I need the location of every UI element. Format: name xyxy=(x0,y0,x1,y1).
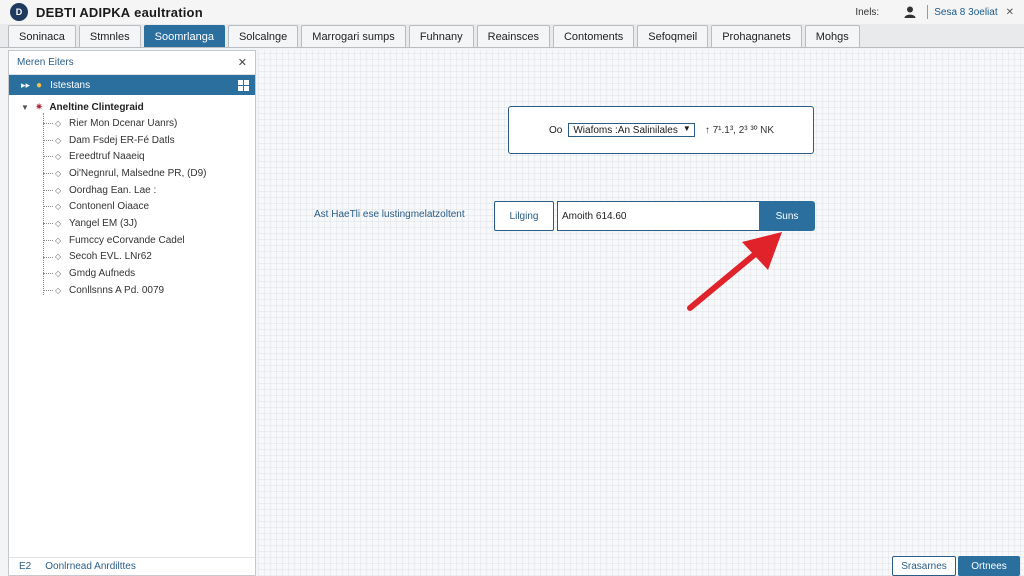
tab-reainsces[interactable]: Reainsces xyxy=(476,25,550,47)
tree-item[interactable]: ◇ Fumccy eCorvande Cadel xyxy=(9,232,255,249)
chevron-down-icon: ▼ xyxy=(682,124,691,133)
filter-label: Oo xyxy=(549,124,563,136)
tree-root[interactable]: ▼ ✷ Aneltine Clintegraid xyxy=(9,99,255,115)
sidebar-header: Meren Eiters ✕ xyxy=(9,51,255,75)
tree-item[interactable]: ◇ Yangel EM (3J) xyxy=(9,215,255,232)
tree-item[interactable]: ◇ Dam Fsdej ER-Fé Datls xyxy=(9,132,255,149)
leaf-icon: ◇ xyxy=(55,235,62,245)
leaf-icon: ◇ xyxy=(55,218,62,228)
tab-mohgs[interactable]: Mohgs xyxy=(804,25,860,47)
tab-marrogari-sumps[interactable]: Marrogari sumps xyxy=(301,25,406,47)
filter-box: Oo Wiafoms :An Salinilales ▼ ↑ 7¹.1³, 2³… xyxy=(508,106,814,154)
tree-guide-line xyxy=(43,113,44,295)
tab-soomrlanga[interactable]: Soomrlanga xyxy=(143,25,225,47)
tab-bar: Soninaca Stmnles Soomrlanga Solcalnge Ma… xyxy=(0,24,1024,48)
caret-right-icon: ▸▸ xyxy=(21,79,31,90)
tab-solcalnge[interactable]: Solcalnge xyxy=(227,25,299,47)
tree-item[interactable]: ◇ Conllsnns A Pd. 0079 xyxy=(9,282,255,299)
title-bar-divider xyxy=(927,5,929,19)
grid-icon[interactable] xyxy=(238,79,249,91)
account-link[interactable]: Sesa 8 3oeliat xyxy=(934,7,997,18)
title-bar-label: Inels: xyxy=(855,6,880,18)
tab-sefoqmeil[interactable]: Sefoqmeil xyxy=(637,25,709,47)
tree-item[interactable]: ◇ Contonenl Oiaace xyxy=(9,198,255,215)
main-content: Oo Wiafoms :An Salinilales ▼ ↑ 7¹.1³, 2³… xyxy=(258,50,1024,576)
sidebar-footer-label: Oonlrnead Anrdilttes xyxy=(45,561,136,572)
action-label: Ast HaeTli ese lustingmelatzoltent xyxy=(314,209,465,220)
select-button[interactable]: Lilging xyxy=(494,201,554,231)
tree-root-label: Aneltine Clintegraid xyxy=(49,101,144,113)
filter-info: ↑ 7¹.1³, 2³ ³º NK xyxy=(704,124,775,136)
tree-item[interactable]: ◇ Secoh EVL. LNr62 xyxy=(9,249,255,266)
leaf-icon: ◇ xyxy=(55,252,62,262)
chevron-down-icon[interactable]: ▼ xyxy=(21,103,29,112)
red-arrow-annotation xyxy=(687,232,782,311)
filter-dropdown[interactable]: Wiafoms :An Salinilales ▼ xyxy=(568,123,695,137)
tab-fuhnany[interactable]: Fuhnany xyxy=(408,25,474,47)
leaf-icon: ◇ xyxy=(55,185,62,195)
tab-contoments[interactable]: Contoments xyxy=(552,25,635,47)
sidebar-selected-label: Istestans xyxy=(50,79,91,91)
sidebar-item-selected[interactable]: ▸▸ ● Istestans xyxy=(9,75,255,95)
tree-item[interactable]: ◇ Oordhag Ean. Lae : xyxy=(9,182,255,199)
leaf-icon: ◇ xyxy=(55,118,62,128)
leaf-icon: ◇ xyxy=(55,269,62,279)
tab-soninaca[interactable]: Soninaca xyxy=(8,25,76,47)
app-title: DEBTI ADIPKA eaultration xyxy=(36,4,203,20)
sidebar-title: Meren Eiters xyxy=(17,57,74,68)
primary-button[interactable]: Ortnees xyxy=(958,556,1020,576)
title-bar: D DEBTI ADIPKA eaultration Inels: Sesa 8… xyxy=(0,0,1024,24)
tree-item[interactable]: ◇ Oi'Negnrul, Malsedne PR, (D9) xyxy=(9,165,255,182)
tree-item[interactable]: ◇ Rier Mon Dcenar Uanrs) xyxy=(9,115,255,132)
user-icon[interactable] xyxy=(903,5,917,19)
sidebar-footer-number: E2 xyxy=(19,561,32,572)
leaf-icon: ◇ xyxy=(55,202,62,212)
sidebar-close-icon[interactable]: ✕ xyxy=(238,56,247,69)
close-icon[interactable]: ✕ xyxy=(1006,7,1014,18)
leaf-icon: ◇ xyxy=(55,285,62,295)
tree-view: ▼ ✷ Aneltine Clintegraid ◇ Rier Mon Dcena… xyxy=(9,95,255,299)
folder-icon: ✷ xyxy=(34,101,44,113)
app-logo-icon: D xyxy=(10,3,28,21)
leaf-icon: ◇ xyxy=(55,168,62,178)
title-bar-right: Inels: Sesa 8 3oeliat ✕ xyxy=(855,0,1024,24)
leaf-icon: ◇ xyxy=(55,152,62,162)
star-icon: ● xyxy=(36,79,43,91)
tree-item[interactable]: ◇ Gmdg Aufneds xyxy=(9,265,255,282)
sidebar-panel: Meren Eiters ✕ ▸▸ ● Istestans ▼ ✷ Anelti… xyxy=(8,50,256,576)
tab-stmnles[interactable]: Stmnles xyxy=(78,25,141,47)
sidebar-footer[interactable]: E2 Oonlrnead Anrdilttes xyxy=(9,557,255,575)
leaf-icon: ◇ xyxy=(55,135,62,145)
tree-item[interactable]: ◇ Ereedtruf Naaeiq xyxy=(9,148,255,165)
secondary-button[interactable]: Srasarnes xyxy=(892,556,956,576)
tab-prohagnanets[interactable]: Prohagnanets xyxy=(711,25,802,47)
